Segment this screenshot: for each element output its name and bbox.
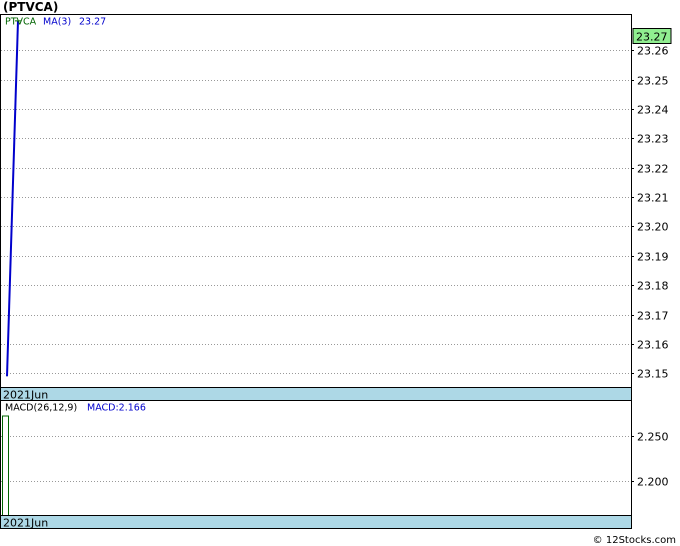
price-tick-label: 23.22 xyxy=(637,163,669,176)
price-tick-label: 23.21 xyxy=(637,192,669,205)
macd-bar xyxy=(2,415,9,517)
macd-legend-params: MACD(26,12,9) xyxy=(5,403,77,414)
price-tick-label: 23.20 xyxy=(637,221,669,234)
price-tick-label: 23.24 xyxy=(637,104,669,117)
price-tick-label: 23.16 xyxy=(637,339,669,352)
price-tick-label: 23.25 xyxy=(637,75,669,88)
macd-panel xyxy=(0,400,632,517)
price-legend-ma-label: MA(3) xyxy=(43,17,71,28)
macd-tick-label: 2.250 xyxy=(637,431,669,444)
price-date-band xyxy=(0,387,632,401)
price-panel xyxy=(0,14,632,389)
price-date-label: 2021Jun xyxy=(3,389,48,402)
price-tick-label: 23.26 xyxy=(637,45,669,58)
price-legend-ma-value: 23.27 xyxy=(79,17,106,28)
price-tick-label: 23.17 xyxy=(637,310,669,323)
macd-date-label: 2021Jun xyxy=(3,517,48,530)
price-tick-label: 23.15 xyxy=(637,368,669,381)
chart-canvas: 23.26 23.25 23.24 23.23 23.22 23.21 23.20 23.19… xyxy=(0,14,672,530)
price-tick-label: 23.19 xyxy=(637,251,669,264)
price-legend-ticker: PTVCA xyxy=(5,17,37,28)
price-tick-label: 23.23 xyxy=(637,133,669,146)
price-tick-label: 23.18 xyxy=(637,280,669,293)
price-y-axis: 23.26 23.25 23.24 23.23 23.22 23.21 23.20 23.19… xyxy=(631,45,669,381)
macd-y-axis: 2.250 2.200 xyxy=(631,431,669,489)
last-value-label: 23.27 xyxy=(636,31,668,44)
macd-tick-label: 2.200 xyxy=(637,476,669,489)
footer-credit: © 12Stocks.com xyxy=(592,535,676,546)
macd-series xyxy=(2,415,9,517)
macd-legend-value: MACD:2.166 xyxy=(87,403,146,414)
macd-date-band xyxy=(0,515,632,529)
